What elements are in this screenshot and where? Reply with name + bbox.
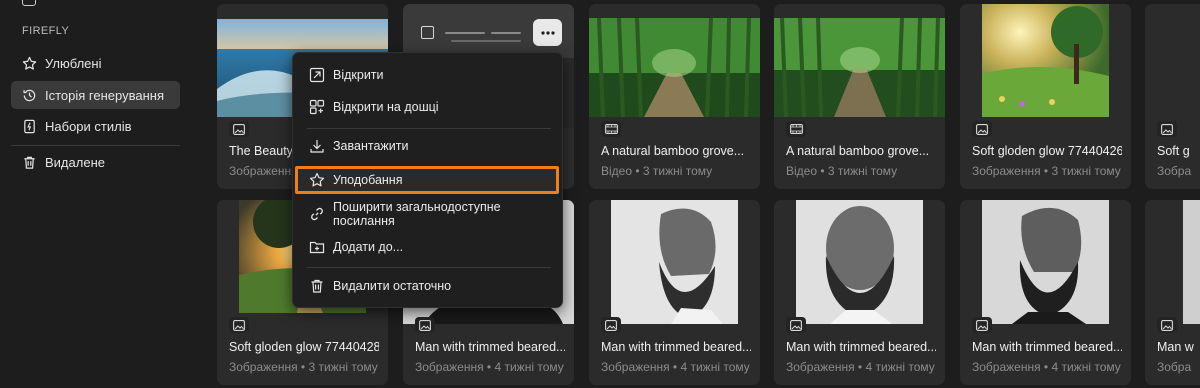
menu-item-label: Видалити остаточно: [333, 279, 452, 293]
menu-item-label: Відкрити на дошці: [333, 100, 439, 114]
sidebar-item-label: Історія генерування: [45, 87, 164, 103]
sidebar-top-icon[interactable]: [22, 0, 36, 6]
card-title: Man with trimmed beared...: [972, 340, 1122, 354]
image-type-icon: [1157, 121, 1177, 137]
download-icon: [310, 140, 324, 153]
image-type-icon: [972, 317, 992, 333]
star-icon: [309, 172, 325, 187]
menu-item-delete-permanently[interactable]: Видалити остаточно: [299, 272, 557, 300]
image-type-icon: [229, 121, 249, 137]
menu-item-label: Завантажити: [333, 139, 409, 153]
card-thumbnail[interactable]: [611, 200, 738, 324]
menu-item-download[interactable]: Завантажити: [299, 132, 557, 160]
menu-item-share-link[interactable]: Поширити загальнодоступне посилання: [299, 200, 557, 228]
card-title: Man with trimmed beared...: [601, 340, 751, 354]
image-type-icon: [972, 121, 992, 137]
menu-item-label: Додати до...: [333, 240, 404, 254]
video-type-icon: [601, 121, 621, 137]
sidebar-item-favorites[interactable]: Улюблені: [11, 49, 180, 77]
card-meta: Зобра: [1157, 164, 1192, 178]
image-type-icon: [601, 317, 621, 333]
sidebar-section-label: FIREFLY: [22, 25, 70, 37]
drag-handle: [445, 32, 485, 34]
card-meta: Зобра: [1157, 360, 1192, 374]
open-icon: [309, 67, 325, 83]
sidebar-item-label: Набори стилів: [45, 118, 132, 134]
card-thumbnail[interactable]: [774, 18, 945, 117]
card-meta: Відео • 3 тижні тому: [786, 164, 898, 178]
menu-divider: [307, 267, 551, 268]
card-title: Man with trimmed beared...: [786, 340, 936, 354]
image-type-icon: [229, 317, 249, 333]
menu-item-open[interactable]: Відкрити: [299, 61, 557, 89]
ellipsis-icon: [540, 30, 555, 35]
image-type-icon: [415, 317, 435, 333]
card-meta: Зображення • 4 тижні тому: [601, 360, 750, 374]
gallery-card[interactable]: Man with trimmed beared... Зображення • …: [774, 200, 945, 385]
card-title: Soft g: [1157, 144, 1190, 158]
image-type-icon: [1157, 317, 1177, 333]
menu-divider: [307, 128, 551, 129]
add-to-folder-icon: [309, 241, 325, 254]
menu-item-open-on-board[interactable]: Відкрити на дошці: [299, 93, 557, 121]
video-type-icon: [786, 121, 806, 137]
menu-item-add-to[interactable]: Додати до...: [299, 233, 557, 261]
sidebar-item-style-kits[interactable]: Набори стилів: [11, 112, 180, 140]
sidebar-item-label: Улюблені: [45, 55, 102, 71]
card-thumbnail[interactable]: [982, 200, 1109, 324]
card-thumbnail[interactable]: [796, 200, 923, 324]
drag-handle: [491, 32, 521, 34]
card-meta: Зображення • 3 тижні тому: [229, 360, 378, 374]
style-kit-icon: [24, 119, 35, 133]
card-thumbnail[interactable]: [982, 4, 1109, 117]
star-icon: [22, 56, 37, 70]
card-title: Man with trimmed beared...: [415, 340, 565, 354]
gallery-card[interactable]: Man with trimmed beared... Зображення • …: [589, 200, 760, 385]
sidebar-item-label: Видалене: [45, 154, 105, 170]
link-icon: [311, 207, 323, 221]
sidebar-item-deleted[interactable]: Видалене: [11, 148, 180, 176]
select-checkbox[interactable]: [421, 26, 434, 39]
trash-icon: [24, 156, 35, 169]
more-options-button[interactable]: [533, 19, 562, 46]
sidebar: FIREFLY Улюблені Історія генерування Наб…: [0, 0, 190, 388]
card-title: Man w: [1157, 340, 1194, 354]
card-thumbnail[interactable]: [589, 18, 760, 117]
card-title: A natural bamboo grove...: [786, 144, 930, 158]
sidebar-item-history[interactable]: Історія генерування: [11, 81, 180, 109]
menu-item-label: Відкрити: [333, 68, 384, 82]
card-title: A natural bamboo grove...: [601, 144, 745, 158]
gallery-card[interactable]: Man with trimmed beared... Зображення • …: [960, 200, 1131, 385]
card-thumbnail[interactable]: [1183, 200, 1200, 324]
card-meta: Відео • 3 тижні тому: [601, 164, 713, 178]
history-icon: [23, 89, 36, 101]
gallery-card[interactable]: Man w Зобра: [1145, 200, 1200, 385]
gallery-card[interactable]: A natural bamboo grove... Відео • 3 тижн…: [589, 4, 760, 189]
sidebar-divider: [11, 145, 180, 146]
card-title: Soft gloden glow 77440426...: [972, 144, 1122, 158]
gallery-card[interactable]: A natural bamboo grove... Відео • 3 тижн…: [774, 4, 945, 189]
card-title: Soft gloden glow 77440428...: [229, 340, 379, 354]
card-meta: Зображення • 4 тижні тому: [415, 360, 564, 374]
image-type-icon: [786, 317, 806, 333]
card-meta: Зображення • 4 тижні тому: [786, 360, 935, 374]
menu-item-favorite[interactable]: Уподобання: [295, 166, 559, 194]
menu-item-label: Поширити загальнодоступне посилання: [333, 200, 501, 228]
gallery-card[interactable]: Soft g Зобра: [1145, 4, 1200, 189]
card-meta: Зображення • 3 тижні тому: [972, 164, 1121, 178]
gallery-card[interactable]: Soft gloden glow 77440426... Зображення …: [960, 4, 1131, 189]
context-menu: Відкрити Відкрити на дошці Завантажити У…: [292, 52, 563, 308]
card-meta: Зображення • 4 тижні тому: [972, 360, 1121, 374]
menu-item-label: Уподобання: [333, 173, 403, 187]
trash-icon: [311, 279, 323, 293]
drag-handle: [451, 40, 521, 42]
board-icon: [309, 99, 325, 115]
